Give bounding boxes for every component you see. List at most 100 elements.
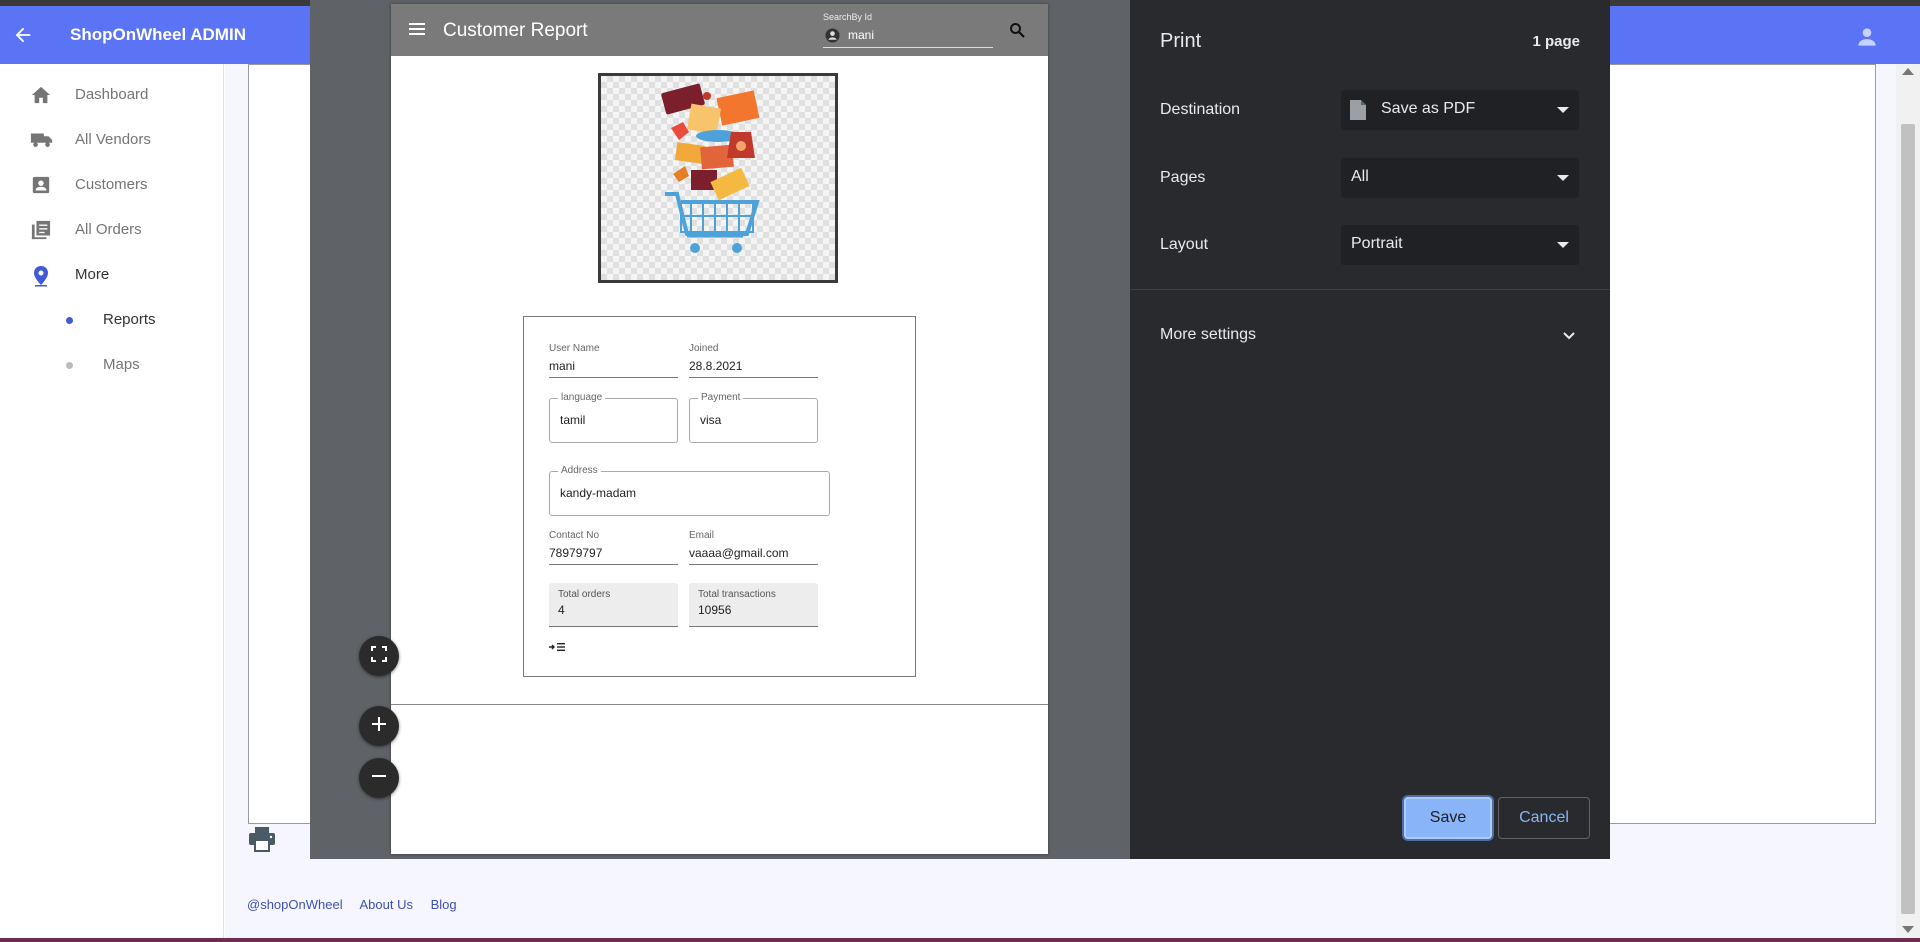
minus-icon (372, 769, 386, 788)
total-transactions-value: 10956 (698, 603, 732, 617)
account-icon[interactable] (1854, 24, 1880, 50)
sidebar-item-label: Dashboard (75, 86, 149, 103)
search-label: SearchBy Id (823, 12, 873, 22)
language-field: language tamil (549, 392, 678, 443)
footer-links: @shopOnWheel About Us Blog (247, 897, 471, 912)
footer-link[interactable]: Blog (431, 897, 457, 912)
back-arrow-icon[interactable] (8, 20, 38, 50)
sidebar-item-more[interactable]: More (0, 255, 224, 295)
pages-select[interactable]: All (1341, 158, 1579, 198)
sidebar: Dashboard All Vendors Customers All Orde… (0, 64, 224, 942)
joined-label: Joined (689, 343, 719, 354)
search-value: mani (848, 28, 875, 42)
total-orders-value: 4 (558, 603, 565, 617)
preview-page: Customer Report SearchBy Id mani User Na… (391, 4, 1048, 854)
zoom-in-button[interactable] (359, 706, 399, 746)
print-title: Print (1160, 30, 1202, 52)
language-value: tamil (560, 413, 586, 427)
save-button[interactable]: Save (1404, 797, 1492, 839)
more-settings-toggle[interactable]: More settings (1160, 326, 1256, 344)
total-transactions-label: Total transactions (698, 589, 776, 600)
page-rule (391, 704, 1048, 705)
location-pin-icon (30, 265, 52, 287)
home-icon (30, 85, 52, 105)
printer-icon[interactable] (248, 826, 276, 852)
page-scrollbar[interactable] (1896, 64, 1920, 942)
contact-card-icon (30, 175, 52, 195)
account-circle-icon (825, 28, 840, 43)
indent-icon (549, 639, 565, 657)
destination-select[interactable]: Save as PDF (1341, 90, 1579, 130)
scrollbar-thumb[interactable] (1901, 124, 1915, 914)
library-books-icon (30, 220, 52, 240)
sidebar-item-all-vendors[interactable]: All Vendors (0, 120, 224, 160)
file-icon (1349, 99, 1367, 121)
print-settings-panel: Print 1 page Destination Save as PDF Pag… (1130, 0, 1610, 859)
sidebar-subitem-maps[interactable]: Maps (0, 345, 224, 385)
bottom-strip (0, 938, 1920, 942)
payment-field: Payment visa (689, 392, 818, 443)
email-underline (689, 564, 818, 565)
report-title: Customer Report (443, 20, 588, 41)
payment-value: visa (700, 413, 722, 427)
sidebar-item-label: All Vendors (75, 131, 151, 148)
address-value: kandy-madam (560, 486, 637, 500)
destination-value: Save as PDF (1381, 100, 1476, 117)
sidebar-item-label: Reports (103, 311, 156, 328)
payment-label: Payment (698, 392, 744, 403)
layout-select[interactable]: Portrait (1341, 225, 1579, 265)
sidebar-subitem-reports[interactable]: Reports (0, 300, 224, 340)
footer-link[interactable]: About Us (359, 897, 412, 912)
address-label: Address (558, 465, 601, 476)
contact-underline (549, 564, 678, 565)
report-header: Customer Report SearchBy Id mani (391, 4, 1048, 56)
joined-value: 28.8.2021 (689, 359, 743, 373)
user-name-label: User Name (549, 343, 600, 354)
layout-label: Layout (1160, 236, 1209, 253)
email-value: vaaaa@gmail.com (689, 546, 789, 560)
dropdown-arrow-icon (1557, 107, 1569, 113)
customer-form-card: User Name mani Joined 28.8.2021 language… (523, 316, 916, 677)
total-transactions-field: Total transactions 10956 (689, 583, 818, 627)
total-orders-label: Total orders (558, 589, 611, 600)
sidebar-item-customers[interactable]: Customers (0, 165, 224, 205)
sidebar-item-label: All Orders (75, 221, 142, 238)
search-icon (1009, 22, 1025, 38)
footer-link[interactable]: @shopOnWheel (247, 897, 343, 912)
address-field: Address kandy-madam (549, 465, 830, 516)
settings-divider (1130, 289, 1610, 290)
layout-value: Portrait (1351, 235, 1403, 252)
truck-icon (30, 130, 53, 150)
plus-icon (372, 716, 386, 736)
dropdown-arrow-icon (1557, 242, 1569, 248)
sidebar-item-label: More (75, 266, 110, 283)
sidebar-item-label: Maps (103, 356, 140, 373)
scroll-down-icon[interactable] (1902, 926, 1914, 933)
contact-value: 78979797 (549, 546, 603, 560)
fullscreen-icon (371, 645, 387, 667)
fit-to-page-button[interactable] (359, 636, 399, 676)
shop-logo-image (598, 73, 838, 283)
pages-label: Pages (1160, 169, 1206, 186)
chevron-down-icon[interactable] (1561, 328, 1577, 344)
language-label: language (558, 392, 606, 403)
scroll-up-icon[interactable] (1902, 68, 1914, 75)
user-name-value: mani (549, 359, 576, 373)
destination-label: Destination (1160, 101, 1241, 118)
email-label: Email (689, 530, 715, 541)
sidebar-item-all-orders[interactable]: All Orders (0, 210, 224, 250)
sidebar-item-label: Customers (75, 176, 148, 193)
zoom-out-button[interactable] (359, 758, 399, 798)
total-orders-field: Total orders 4 (549, 583, 678, 627)
app-title: ShopOnWheel ADMIN (70, 25, 246, 44)
sidebar-item-dashboard[interactable]: Dashboard (0, 75, 224, 115)
menu-icon (409, 22, 425, 36)
cancel-button[interactable]: Cancel (1498, 797, 1590, 839)
page-count: 1 page (1532, 33, 1580, 50)
dropdown-arrow-icon (1557, 175, 1569, 181)
joined-underline (689, 377, 818, 378)
user-name-underline (549, 377, 678, 378)
search-field: mani (823, 24, 993, 48)
active-dot-icon (66, 317, 73, 324)
contact-label: Contact No (549, 530, 600, 541)
